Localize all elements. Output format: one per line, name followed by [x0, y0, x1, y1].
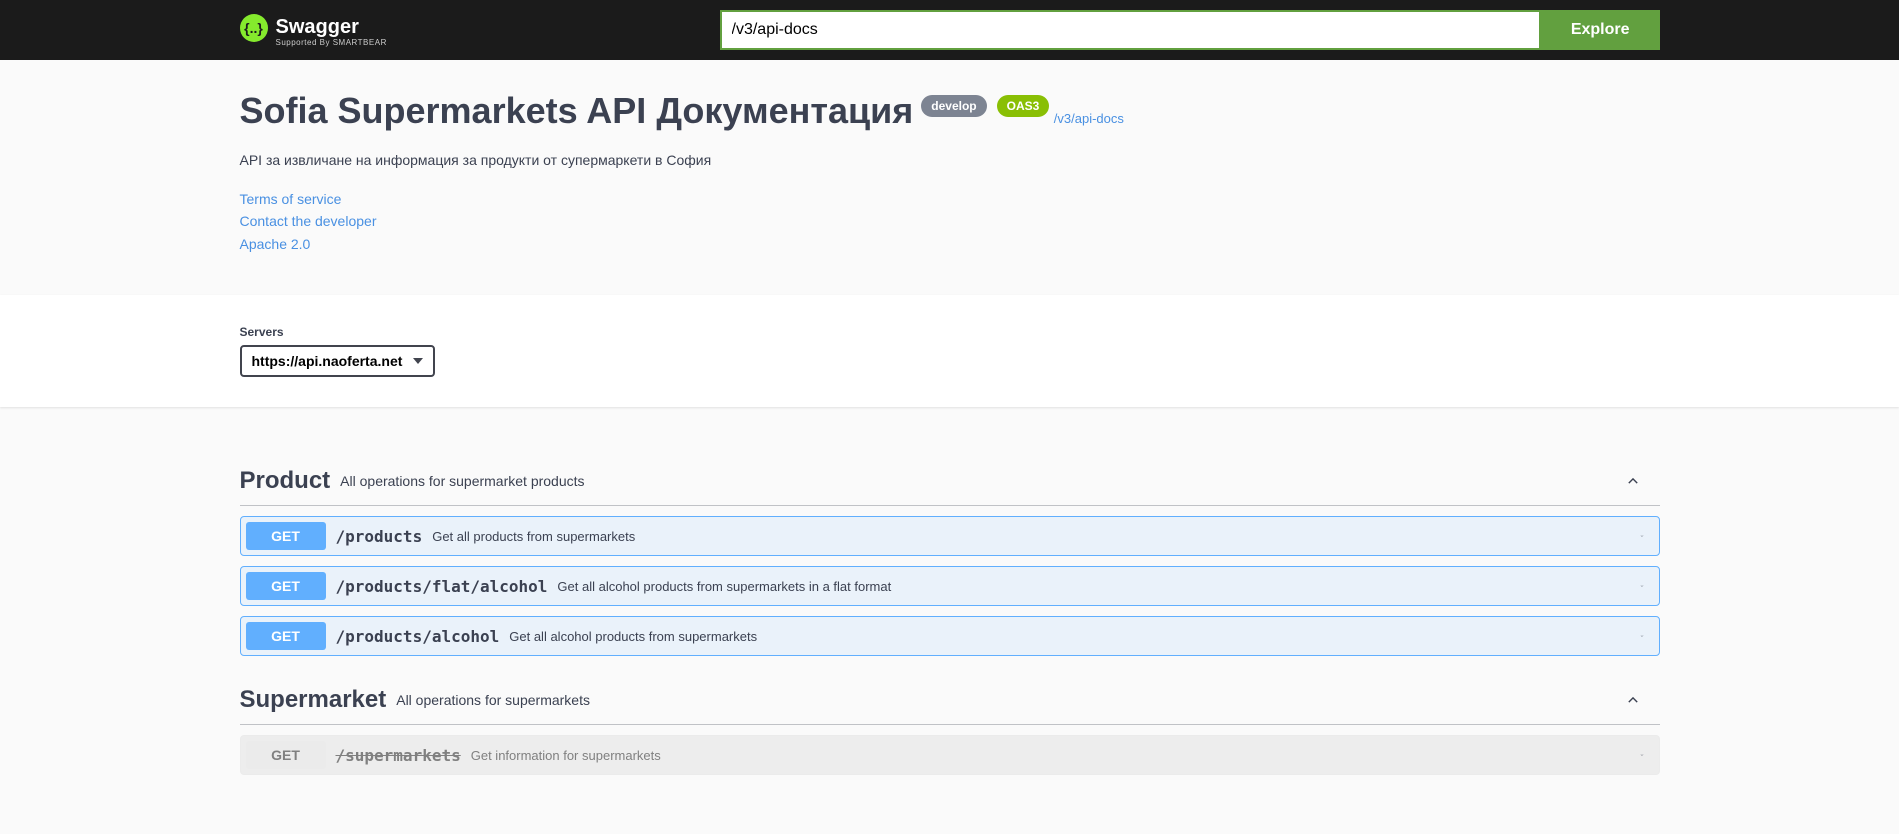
operation-path: /products/alcohol	[336, 627, 500, 646]
method-badge: GET	[246, 522, 326, 550]
api-title-text: Sofia Supermarkets API Документация	[240, 90, 914, 132]
operation-block[interactable]: GET /supermarkets Get information for su…	[240, 735, 1660, 775]
operation-path: /products/flat/alcohol	[336, 577, 548, 596]
scheme-container: Servers https://api.naoferta.net	[0, 295, 1899, 407]
oas-badge: OAS3	[997, 95, 1050, 117]
operation-block[interactable]: GET /products/alcohol Get all alcohol pr…	[240, 616, 1660, 656]
chevron-down-icon	[1640, 748, 1654, 762]
chevron-down-icon	[1640, 629, 1654, 643]
version-badge: develop	[921, 95, 986, 117]
operation-summary: Get all alcohol products from supermarke…	[509, 629, 757, 644]
chevron-up-icon	[1626, 693, 1640, 707]
explore-form: Explore	[720, 10, 1660, 50]
info-section: Sofia Supermarkets API Документация deve…	[240, 90, 1660, 255]
tag-description: All operations for supermarkets	[396, 692, 590, 708]
tag-section: Product All operations for supermarket p…	[240, 457, 1660, 656]
servers-label: Servers	[240, 325, 1660, 339]
tag-name: Product	[240, 467, 331, 495]
operation-summary: Get information for supermarkets	[471, 748, 661, 763]
api-url-input[interactable]	[720, 10, 1541, 50]
tag-description: All operations for supermarket products	[340, 473, 584, 489]
swagger-icon: {..}	[240, 14, 268, 42]
server-select[interactable]: https://api.naoferta.net	[240, 345, 435, 377]
method-badge: GET	[246, 741, 326, 769]
operation-summary: Get all products from supermarkets	[432, 529, 635, 544]
tag-header[interactable]: Supermarket All operations for supermark…	[240, 676, 1660, 725]
chevron-down-icon	[1640, 529, 1654, 543]
tag-name: Supermarket	[240, 686, 387, 714]
tag-header[interactable]: Product All operations for supermarket p…	[240, 457, 1660, 506]
chevron-down-icon	[1640, 579, 1654, 593]
operation-path: /supermarkets	[336, 746, 461, 765]
contact-link[interactable]: Contact the developer	[240, 210, 1660, 232]
api-title: Sofia Supermarkets API Документация deve…	[240, 90, 1050, 132]
license-link[interactable]: Apache 2.0	[240, 233, 1660, 255]
method-badge: GET	[246, 622, 326, 650]
operation-path: /products	[336, 527, 423, 546]
operation-block[interactable]: GET /products/flat/alcohol Get all alcoh…	[240, 566, 1660, 606]
api-description: API за извличане на информация за продук…	[240, 152, 1660, 168]
chevron-up-icon	[1626, 474, 1640, 488]
operation-block[interactable]: GET /products Get all products from supe…	[240, 516, 1660, 556]
logo-text: Swagger	[276, 16, 359, 39]
tag-section: Supermarket All operations for supermark…	[240, 676, 1660, 775]
base-url-link[interactable]: /v3/api-docs	[1054, 111, 1124, 126]
topbar: {..} Swagger Supported By SMARTBEAR Expl…	[0, 0, 1899, 60]
operation-summary: Get all alcohol products from supermarke…	[557, 579, 891, 594]
swagger-logo: {..} Swagger Supported By SMARTBEAR	[240, 14, 399, 47]
terms-link[interactable]: Terms of service	[240, 188, 1660, 210]
logo-subtext: Supported By SMARTBEAR	[276, 38, 399, 47]
method-badge: GET	[246, 572, 326, 600]
explore-button[interactable]: Explore	[1541, 10, 1660, 50]
